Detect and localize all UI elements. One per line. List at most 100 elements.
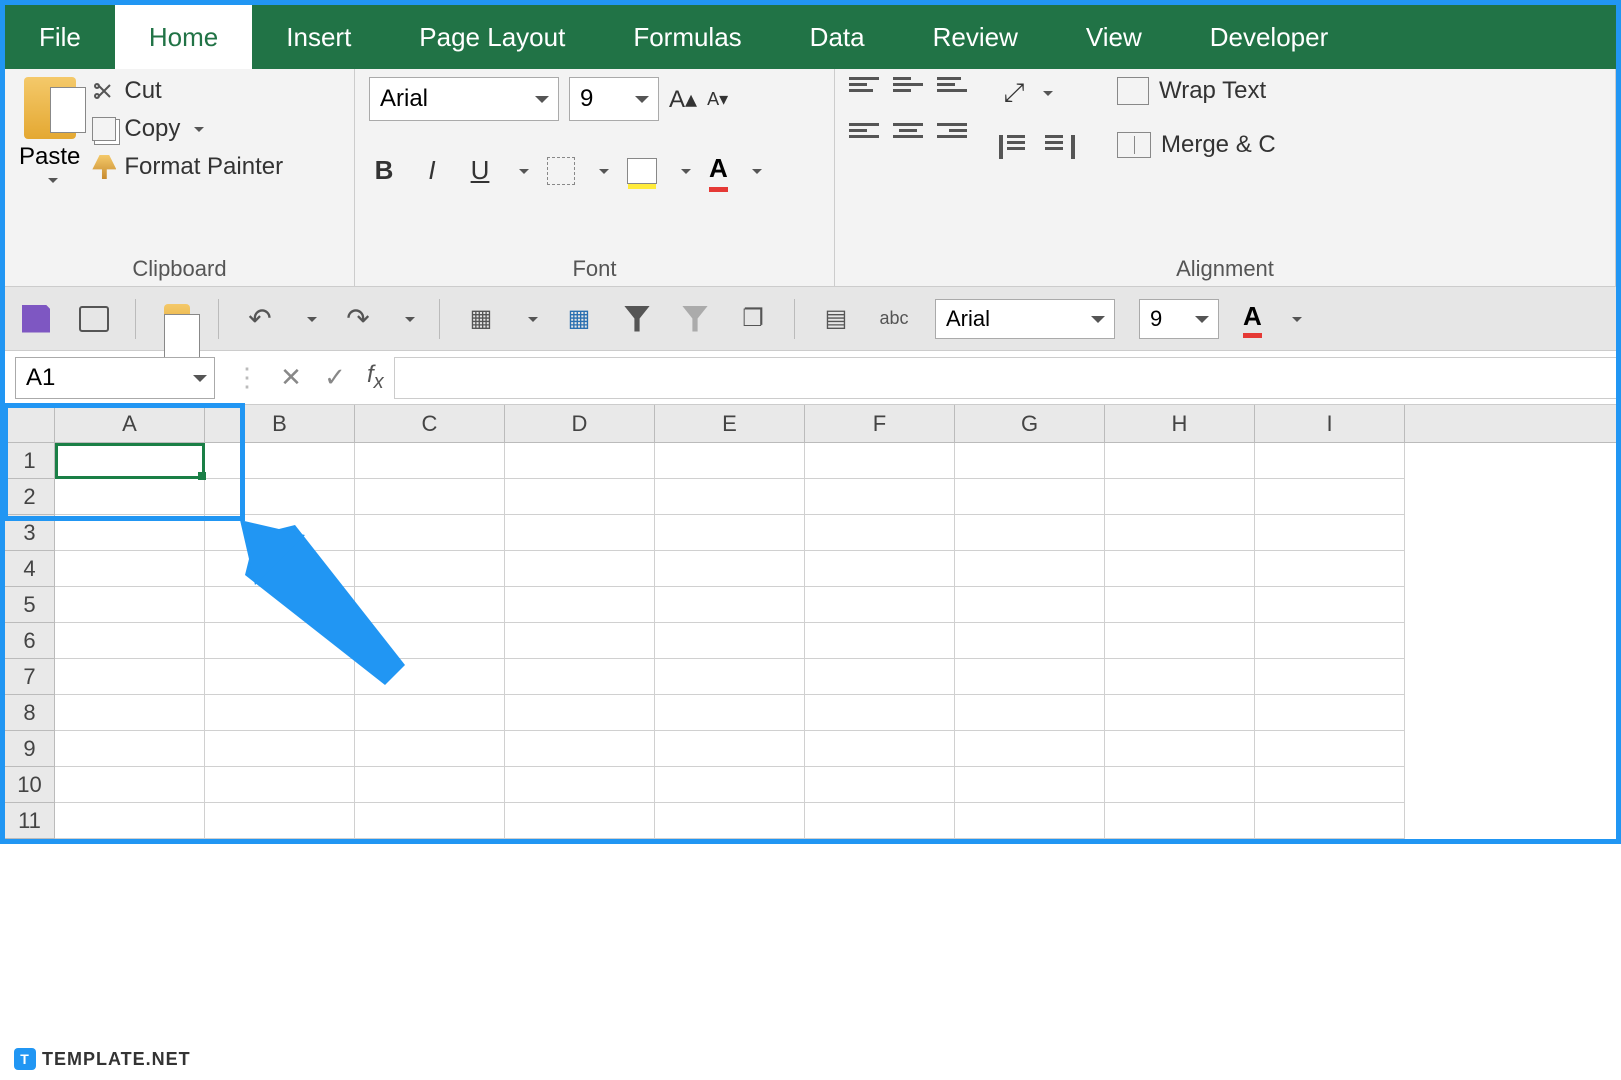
cell-a3[interactable]	[55, 515, 205, 551]
cell-f7[interactable]	[805, 659, 955, 695]
cell-b10[interactable]	[205, 767, 355, 803]
decrease-indent-button[interactable]	[999, 135, 1029, 159]
qat-spell-button[interactable]: abc	[877, 302, 911, 336]
cell-b8[interactable]	[205, 695, 355, 731]
border-dropdown-icon[interactable]	[599, 169, 609, 179]
cell-i9[interactable]	[1255, 731, 1405, 767]
save-button[interactable]	[19, 302, 53, 336]
cell-d6[interactable]	[505, 623, 655, 659]
cell-f11[interactable]	[805, 803, 955, 839]
row-header-1[interactable]: 1	[5, 443, 55, 479]
cell-d10[interactable]	[505, 767, 655, 803]
cell-f5[interactable]	[805, 587, 955, 623]
cell-f10[interactable]	[805, 767, 955, 803]
cell-d4[interactable]	[505, 551, 655, 587]
undo-button[interactable]: ↶	[243, 302, 277, 336]
cell-a2[interactable]	[55, 479, 205, 515]
cell-g3[interactable]	[955, 515, 1105, 551]
fill-dropdown-icon[interactable]	[681, 169, 691, 179]
formula-input[interactable]	[394, 357, 1616, 399]
cell-b2[interactable]	[205, 479, 355, 515]
cell-f2[interactable]	[805, 479, 955, 515]
cell-b11[interactable]	[205, 803, 355, 839]
paste-button[interactable]: Paste	[19, 77, 80, 185]
cell-e6[interactable]	[655, 623, 805, 659]
cell-i2[interactable]	[1255, 479, 1405, 515]
cell-h4[interactable]	[1105, 551, 1255, 587]
fx-icon[interactable]: fx	[357, 361, 394, 394]
select-all-corner[interactable]	[5, 405, 55, 442]
cell-c10[interactable]	[355, 767, 505, 803]
enter-formula-button[interactable]: ✓	[313, 362, 357, 393]
cell-i8[interactable]	[1255, 695, 1405, 731]
cell-g10[interactable]	[955, 767, 1105, 803]
row-header-8[interactable]: 8	[5, 695, 55, 731]
align-right-icon[interactable]	[937, 123, 967, 145]
orientation-dropdown-icon[interactable]	[1043, 91, 1053, 101]
cell-e11[interactable]	[655, 803, 805, 839]
cell-c6[interactable]	[355, 623, 505, 659]
cell-g8[interactable]	[955, 695, 1105, 731]
cell-b7[interactable]	[205, 659, 355, 695]
cell-b4[interactable]	[205, 551, 355, 587]
qat-table-button[interactable]: ▦	[562, 302, 596, 336]
align-center-icon[interactable]	[893, 123, 923, 145]
cell-i5[interactable]	[1255, 587, 1405, 623]
cell-g2[interactable]	[955, 479, 1105, 515]
col-header-i[interactable]: I	[1255, 405, 1405, 442]
cell-f4[interactable]	[805, 551, 955, 587]
cell-a11[interactable]	[55, 803, 205, 839]
cell-d5[interactable]	[505, 587, 655, 623]
qat-font-color-dropdown[interactable]	[1292, 317, 1302, 327]
cell-d7[interactable]	[505, 659, 655, 695]
underline-dropdown-icon[interactable]	[519, 169, 529, 179]
align-bottom-icon[interactable]	[937, 77, 967, 99]
align-left-icon[interactable]	[849, 123, 879, 145]
tab-page-layout[interactable]: Page Layout	[385, 5, 599, 69]
cell-i7[interactable]	[1255, 659, 1405, 695]
cut-button[interactable]: Cut	[92, 77, 283, 105]
cell-e1[interactable]	[655, 443, 805, 479]
tab-home[interactable]: Home	[115, 5, 252, 69]
qat-select-dropdown[interactable]	[528, 317, 538, 327]
underline-button[interactable]: U	[465, 155, 495, 186]
undo-dropdown-icon[interactable]	[307, 317, 317, 327]
cell-e3[interactable]	[655, 515, 805, 551]
cell-a5[interactable]	[55, 587, 205, 623]
cell-e7[interactable]	[655, 659, 805, 695]
merge-center-button[interactable]: Merge & C	[1117, 131, 1276, 159]
wrap-text-button[interactable]: Wrap Text	[1117, 77, 1276, 105]
font-color-button[interactable]: A	[709, 153, 728, 188]
copy-button[interactable]: Copy	[92, 115, 283, 143]
qat-font-color-button[interactable]: A	[1243, 301, 1262, 336]
cell-c8[interactable]	[355, 695, 505, 731]
cell-e4[interactable]	[655, 551, 805, 587]
name-box[interactable]	[15, 357, 215, 399]
cell-g9[interactable]	[955, 731, 1105, 767]
bold-button[interactable]: B	[369, 155, 399, 186]
cell-h6[interactable]	[1105, 623, 1255, 659]
row-header-5[interactable]: 5	[5, 587, 55, 623]
orientation-button[interactable]: ⤢	[999, 77, 1029, 109]
cell-c7[interactable]	[355, 659, 505, 695]
row-header-7[interactable]: 7	[5, 659, 55, 695]
cell-h2[interactable]	[1105, 479, 1255, 515]
cell-h1[interactable]	[1105, 443, 1255, 479]
cell-d11[interactable]	[505, 803, 655, 839]
col-header-e[interactable]: E	[655, 405, 805, 442]
cell-d2[interactable]	[505, 479, 655, 515]
tab-review[interactable]: Review	[899, 5, 1052, 69]
cell-i3[interactable]	[1255, 515, 1405, 551]
row-header-10[interactable]: 10	[5, 767, 55, 803]
col-header-h[interactable]: H	[1105, 405, 1255, 442]
cell-b3[interactable]	[205, 515, 355, 551]
font-size-select[interactable]	[569, 77, 659, 121]
cell-a9[interactable]	[55, 731, 205, 767]
row-header-3[interactable]: 3	[5, 515, 55, 551]
cell-g6[interactable]	[955, 623, 1105, 659]
increase-indent-button[interactable]	[1045, 135, 1075, 159]
qat-filter-button[interactable]	[620, 302, 654, 336]
cell-f3[interactable]	[805, 515, 955, 551]
cell-b5[interactable]	[205, 587, 355, 623]
cell-c3[interactable]	[355, 515, 505, 551]
